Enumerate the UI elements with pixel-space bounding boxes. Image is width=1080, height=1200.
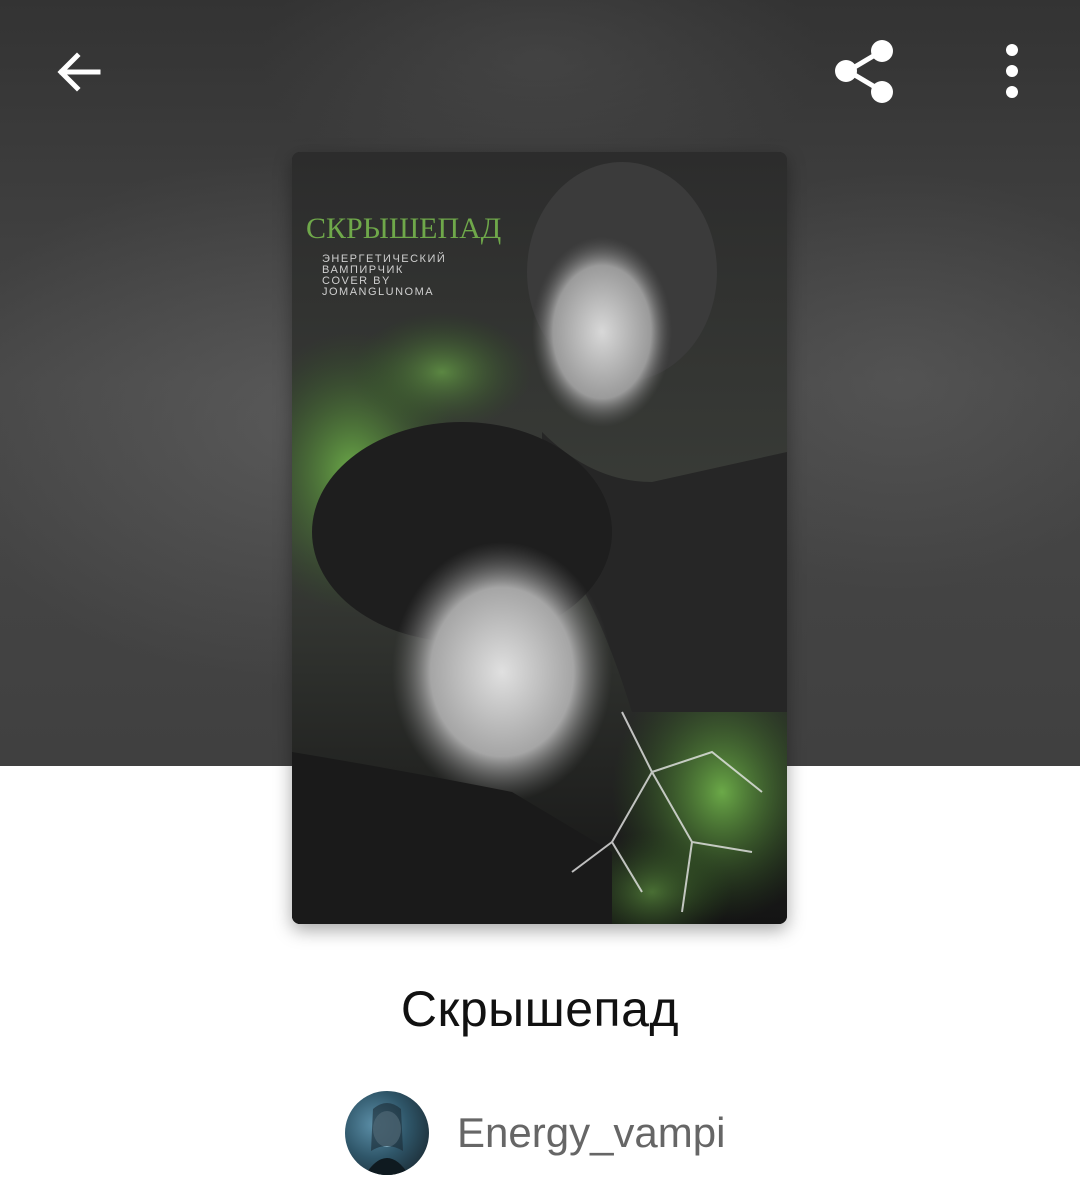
back-button[interactable] (30, 24, 126, 120)
book-cover[interactable]: СКРЫШЕПАД ЭНЕРГЕТИЧЕСКИЙ ВАМПИРЧИК COVER… (292, 152, 787, 924)
arrow-left-icon (57, 52, 101, 92)
cover-illustration: СКРЫШЕПАД ЭНЕРГЕТИЧЕСКИЙ ВАМПИРЧИК COVER… (292, 152, 787, 924)
author-name[interactable]: Energy_vampi (457, 1109, 725, 1157)
cover-title: СКРЫШЕПАД (306, 212, 501, 245)
avatar[interactable] (345, 1091, 429, 1175)
avatar-image (365, 1103, 409, 1175)
share-icon (835, 40, 893, 103)
cover-line-4: JOMANGLUNOMA (322, 286, 434, 298)
more-vertical-icon (1006, 44, 1018, 98)
book-title: Скрышепад (400, 981, 680, 1037)
share-button[interactable] (817, 24, 913, 120)
author-row[interactable]: Energy_vampi (345, 1090, 725, 1176)
more-button[interactable] (964, 24, 1060, 120)
